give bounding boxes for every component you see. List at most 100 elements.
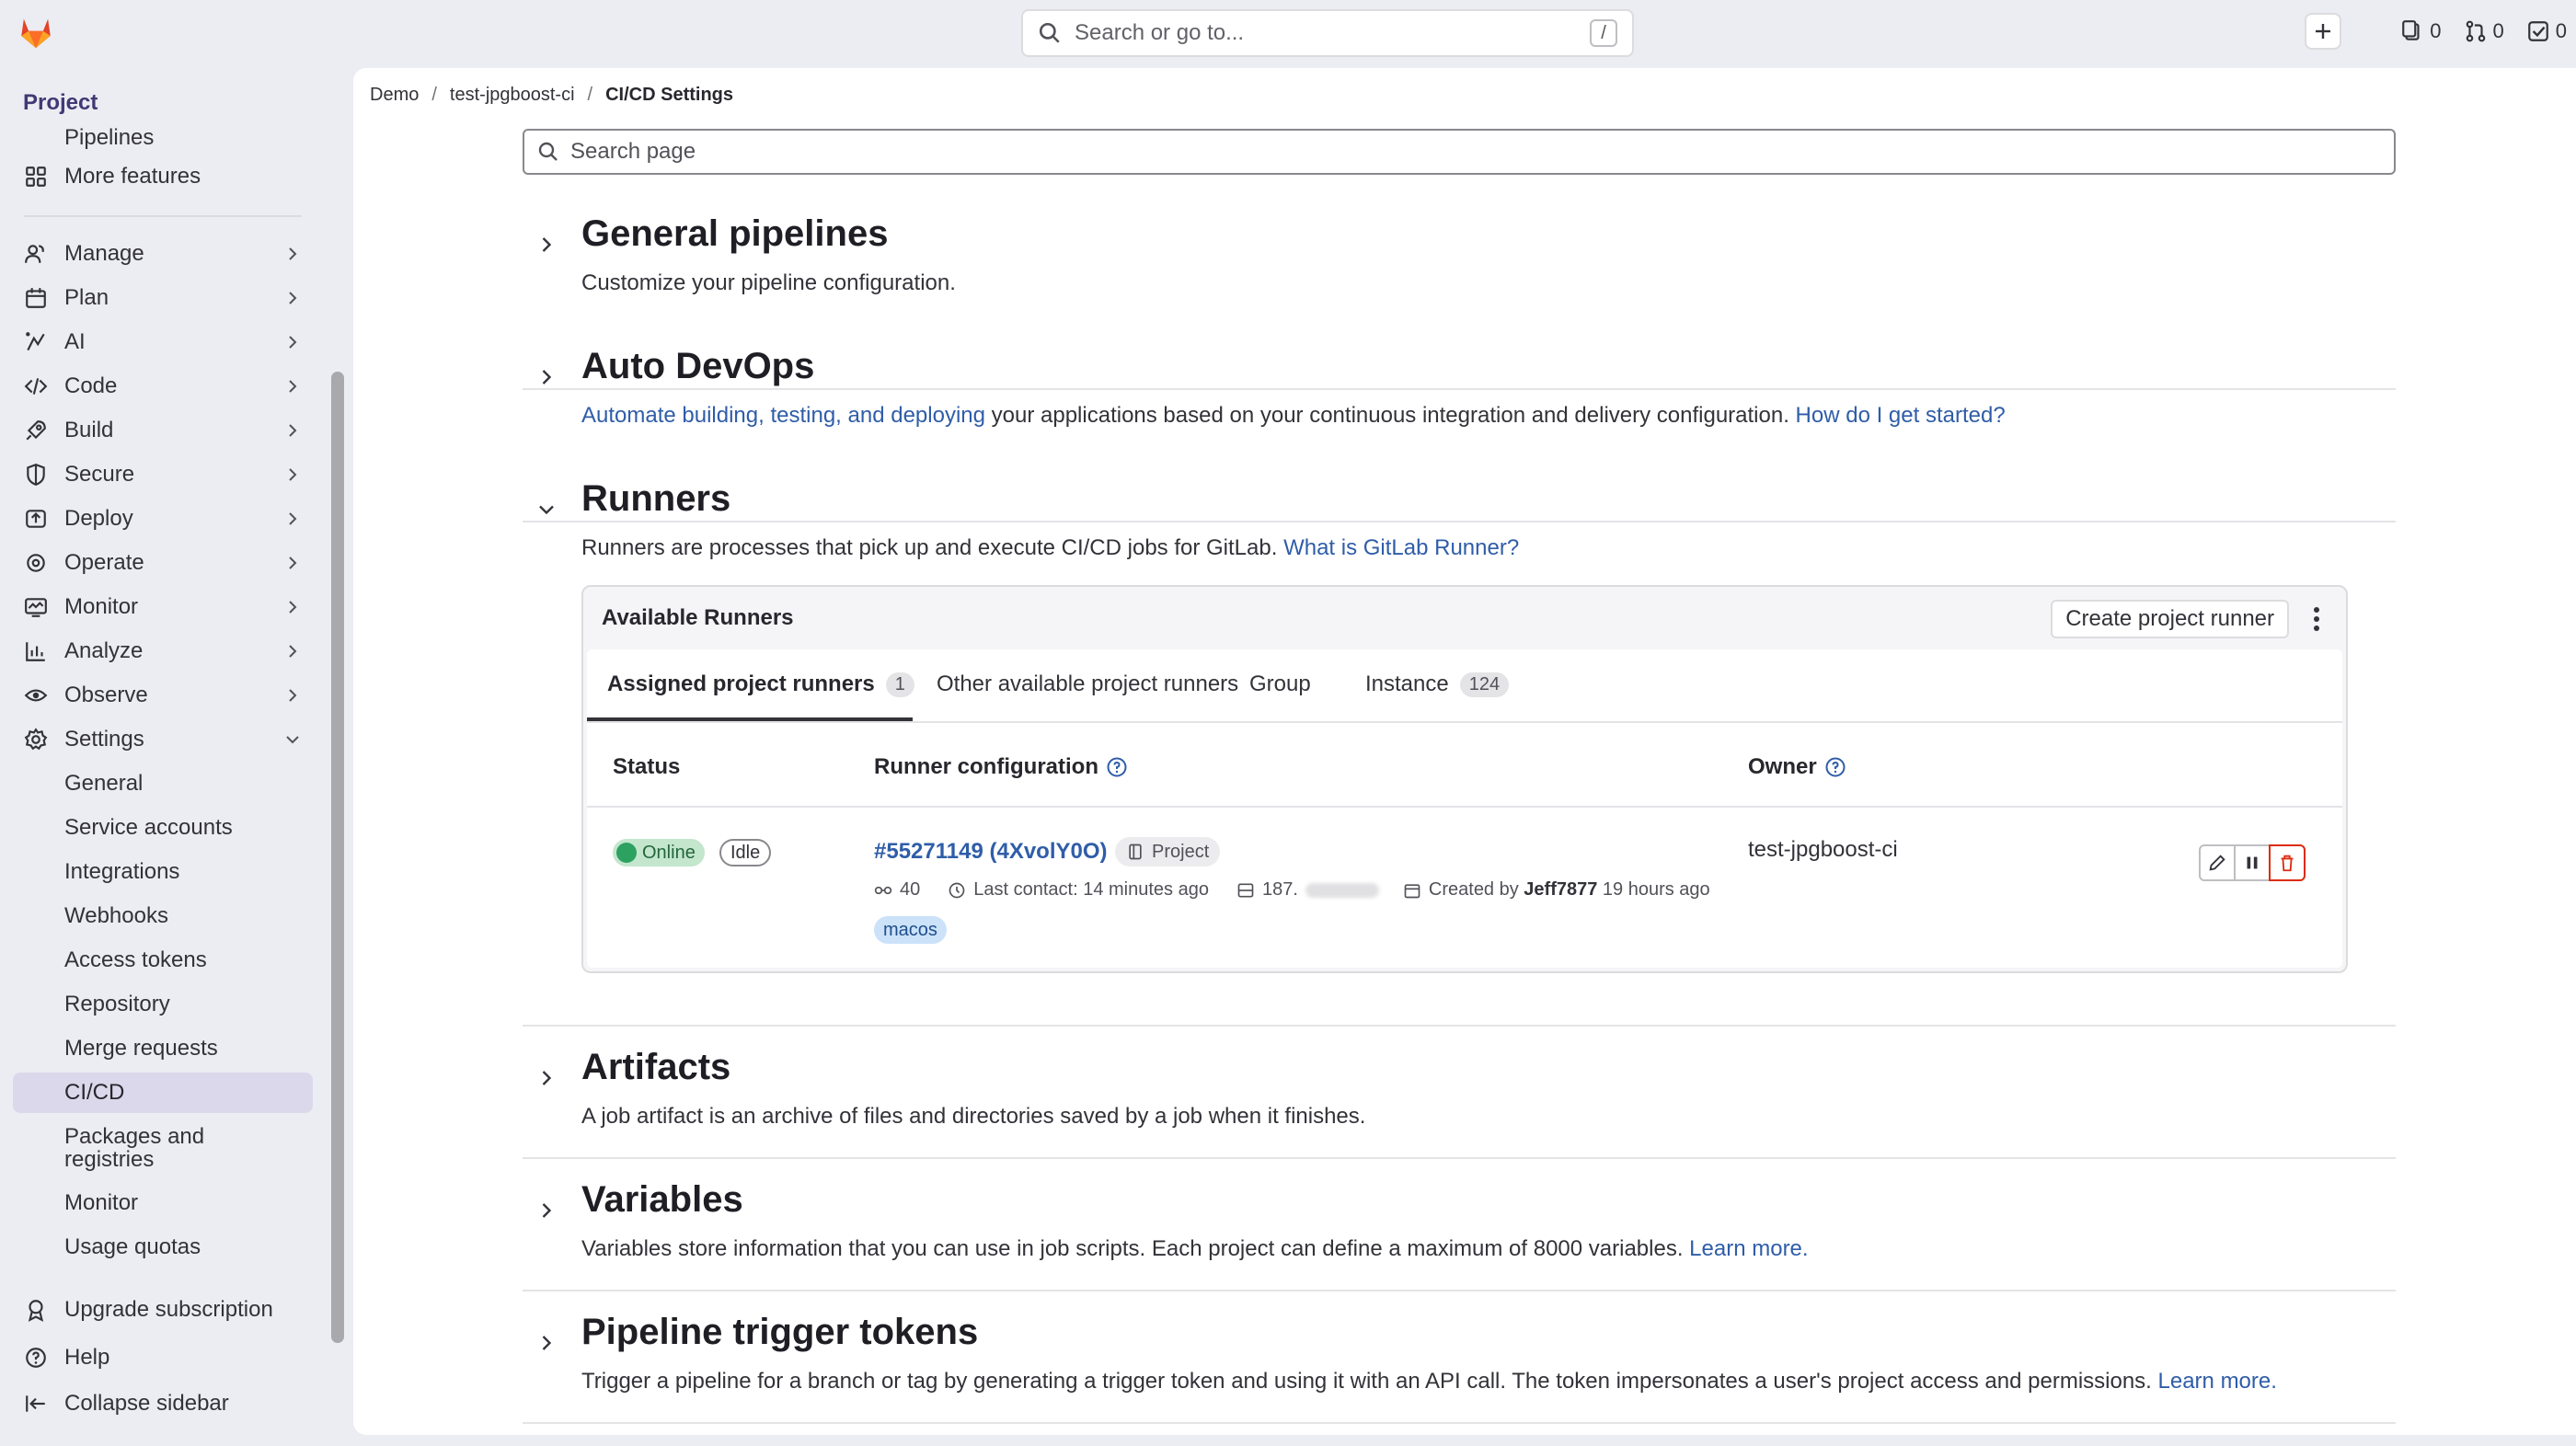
- sidebar-item-secure[interactable]: Secure: [13, 454, 316, 495]
- sidebar-scrollbar[interactable]: [331, 372, 344, 1343]
- get-started-link[interactable]: How do I get started?: [1796, 403, 2006, 428]
- chevron-right-icon[interactable]: [534, 1198, 559, 1223]
- breadcrumb-separator: /: [431, 85, 437, 105]
- sidebar-item-plan[interactable]: Plan: [13, 278, 316, 318]
- sidebar-item-more-features[interactable]: More features: [13, 156, 316, 197]
- badge-icon: [22, 1296, 50, 1324]
- sidebar-item-ai[interactable]: AI: [13, 322, 316, 362]
- question-circle-icon: [22, 1344, 50, 1371]
- clock-icon: [949, 882, 965, 898]
- runner-creator[interactable]: Jeff7877: [1524, 879, 1597, 900]
- chevron-right-icon: [289, 336, 297, 349]
- sidebar-item-settings[interactable]: Settings: [13, 719, 316, 760]
- chevron-right-icon: [289, 468, 297, 481]
- breadcrumb-current[interactable]: CI/CD Settings: [605, 85, 733, 106]
- sidebar-item-manage[interactable]: Manage: [13, 234, 316, 274]
- tab-instance[interactable]: Instance 124: [1365, 671, 1510, 697]
- sidebar-settings-service-accounts[interactable]: Service accounts: [13, 808, 313, 848]
- tab-assigned-project-runners[interactable]: Assigned project runners 1: [607, 671, 914, 697]
- sidebar-item-analyze[interactable]: Analyze: [13, 631, 316, 671]
- status-badge-online: Online: [613, 839, 705, 866]
- sidebar-item-code[interactable]: Code: [13, 366, 316, 407]
- sidebar-settings-packages-registries[interactable]: Packages and registries: [13, 1122, 252, 1174]
- pipeline-icon: [874, 886, 892, 894]
- delete-runner-button[interactable]: [2269, 844, 2306, 881]
- chevron-down-icon[interactable]: [534, 497, 559, 522]
- sidebar-settings-access-tokens[interactable]: Access tokens: [13, 940, 313, 981]
- section-divider: [523, 1157, 2396, 1159]
- sidebar-item-pipelines[interactable]: Pipelines: [13, 114, 313, 151]
- sidebar-settings-integrations[interactable]: Integrations: [13, 852, 313, 892]
- edit-runner-button[interactable]: [2199, 844, 2236, 881]
- sidebar-collapse[interactable]: Collapse sidebar: [13, 1383, 316, 1424]
- chevron-right-icon[interactable]: [534, 232, 559, 258]
- sidebar-settings-cicd[interactable]: CI/CD: [13, 1073, 313, 1113]
- shield-icon: [22, 461, 50, 488]
- runner-meta: 40 Last contact: 14 minutes ago 187. Cre…: [874, 879, 1710, 901]
- chevron-right-icon: [289, 601, 297, 614]
- sidebar-settings-webhooks[interactable]: Webhooks: [13, 896, 313, 936]
- sidebar-item-deploy[interactable]: Deploy: [13, 499, 316, 539]
- section-title[interactable]: Runners: [581, 478, 730, 520]
- sidebar-upgrade-subscription[interactable]: Upgrade subscription: [13, 1290, 316, 1330]
- sidebar-item-observe[interactable]: Observe: [13, 675, 316, 716]
- section-title[interactable]: Variables: [581, 1179, 743, 1221]
- sidebar-item-monitor[interactable]: Monitor: [13, 587, 316, 627]
- sidebar-settings-repository[interactable]: Repository: [13, 984, 313, 1025]
- breadcrumb-demo[interactable]: Demo: [370, 85, 419, 106]
- what-is-runner-link[interactable]: What is GitLab Runner?: [1283, 535, 1519, 560]
- tab-other-available-runners[interactable]: Other available project runners: [937, 671, 1238, 697]
- help-question-icon[interactable]: [1824, 756, 1846, 778]
- help-question-icon[interactable]: [1106, 756, 1128, 778]
- breadcrumb: Demo / test-jpgboost-ci / CI/CD Settings: [370, 85, 733, 106]
- sidebar-help[interactable]: Help: [13, 1337, 316, 1378]
- todos-button[interactable]: 0: [2526, 19, 2567, 43]
- chevron-right-icon: [289, 380, 297, 393]
- create-project-runner-button[interactable]: Create project runner: [2051, 600, 2289, 638]
- trash-icon: [2281, 855, 2294, 872]
- runner-link[interactable]: #55271149 (4XvolY0O): [874, 839, 1108, 865]
- chevron-right-icon[interactable]: [534, 1330, 559, 1356]
- grid-icon: [22, 163, 50, 190]
- chevron-right-icon[interactable]: [534, 364, 559, 390]
- gear-icon: [22, 726, 50, 753]
- runner-tag[interactable]: macos: [874, 916, 947, 944]
- operate-icon: [22, 549, 50, 577]
- global-search-input[interactable]: Search or go to... /: [1021, 9, 1634, 57]
- deploy-icon: [22, 505, 50, 533]
- search-page-placeholder: Search page: [570, 139, 696, 164]
- chevron-right-icon: [289, 292, 297, 304]
- breadcrumb-project[interactable]: test-jpgboost-ci: [450, 85, 575, 106]
- chevron-right-icon[interactable]: [534, 1065, 559, 1091]
- search-page-input[interactable]: Search page: [523, 129, 2396, 175]
- runner-owner[interactable]: test-jpgboost-ci: [1748, 837, 1898, 863]
- variables-learn-more-link[interactable]: Learn more.: [1689, 1236, 1808, 1261]
- create-new-button[interactable]: [2305, 13, 2342, 50]
- section-title[interactable]: General pipelines: [581, 213, 888, 255]
- issues-button[interactable]: 0: [2400, 19, 2442, 43]
- sidebar-settings-general[interactable]: General: [13, 763, 313, 804]
- sidebar-settings-usage-quotas[interactable]: Usage quotas: [13, 1227, 313, 1268]
- tab-group[interactable]: Group: [1249, 671, 1311, 697]
- todos-count: 0: [2555, 19, 2567, 42]
- section-description: Trigger a pipeline for a branch or tag b…: [581, 1369, 2277, 1394]
- merge-requests-button[interactable]: 0: [2464, 19, 2504, 43]
- section-divider: [523, 388, 2396, 390]
- search-shortcut-key: /: [1590, 19, 1617, 47]
- search-icon: [538, 142, 558, 161]
- more-actions-icon[interactable]: [2300, 600, 2333, 638]
- section-title[interactable]: Pipeline trigger tokens: [581, 1312, 978, 1353]
- sidebar-item-build[interactable]: Build: [13, 410, 316, 451]
- auto-devops-link[interactable]: Automate building, testing, and deployin…: [581, 403, 985, 428]
- gitlab-logo-icon[interactable]: [17, 13, 55, 52]
- sidebar-item-operate[interactable]: Operate: [13, 543, 316, 583]
- column-header-status: Status: [613, 754, 681, 779]
- sidebar-settings-merge-requests[interactable]: Merge requests: [13, 1028, 313, 1069]
- pause-runner-button[interactable]: [2234, 844, 2271, 881]
- section-description: Automate building, testing, and deployin…: [581, 403, 2006, 428]
- section-divider: [523, 1025, 2396, 1027]
- section-title[interactable]: Auto DevOps: [581, 346, 814, 387]
- sidebar-settings-monitor[interactable]: Monitor: [13, 1183, 313, 1223]
- section-title[interactable]: Artifacts: [581, 1047, 730, 1088]
- triggers-learn-more-link[interactable]: Learn more.: [2158, 1369, 2277, 1394]
